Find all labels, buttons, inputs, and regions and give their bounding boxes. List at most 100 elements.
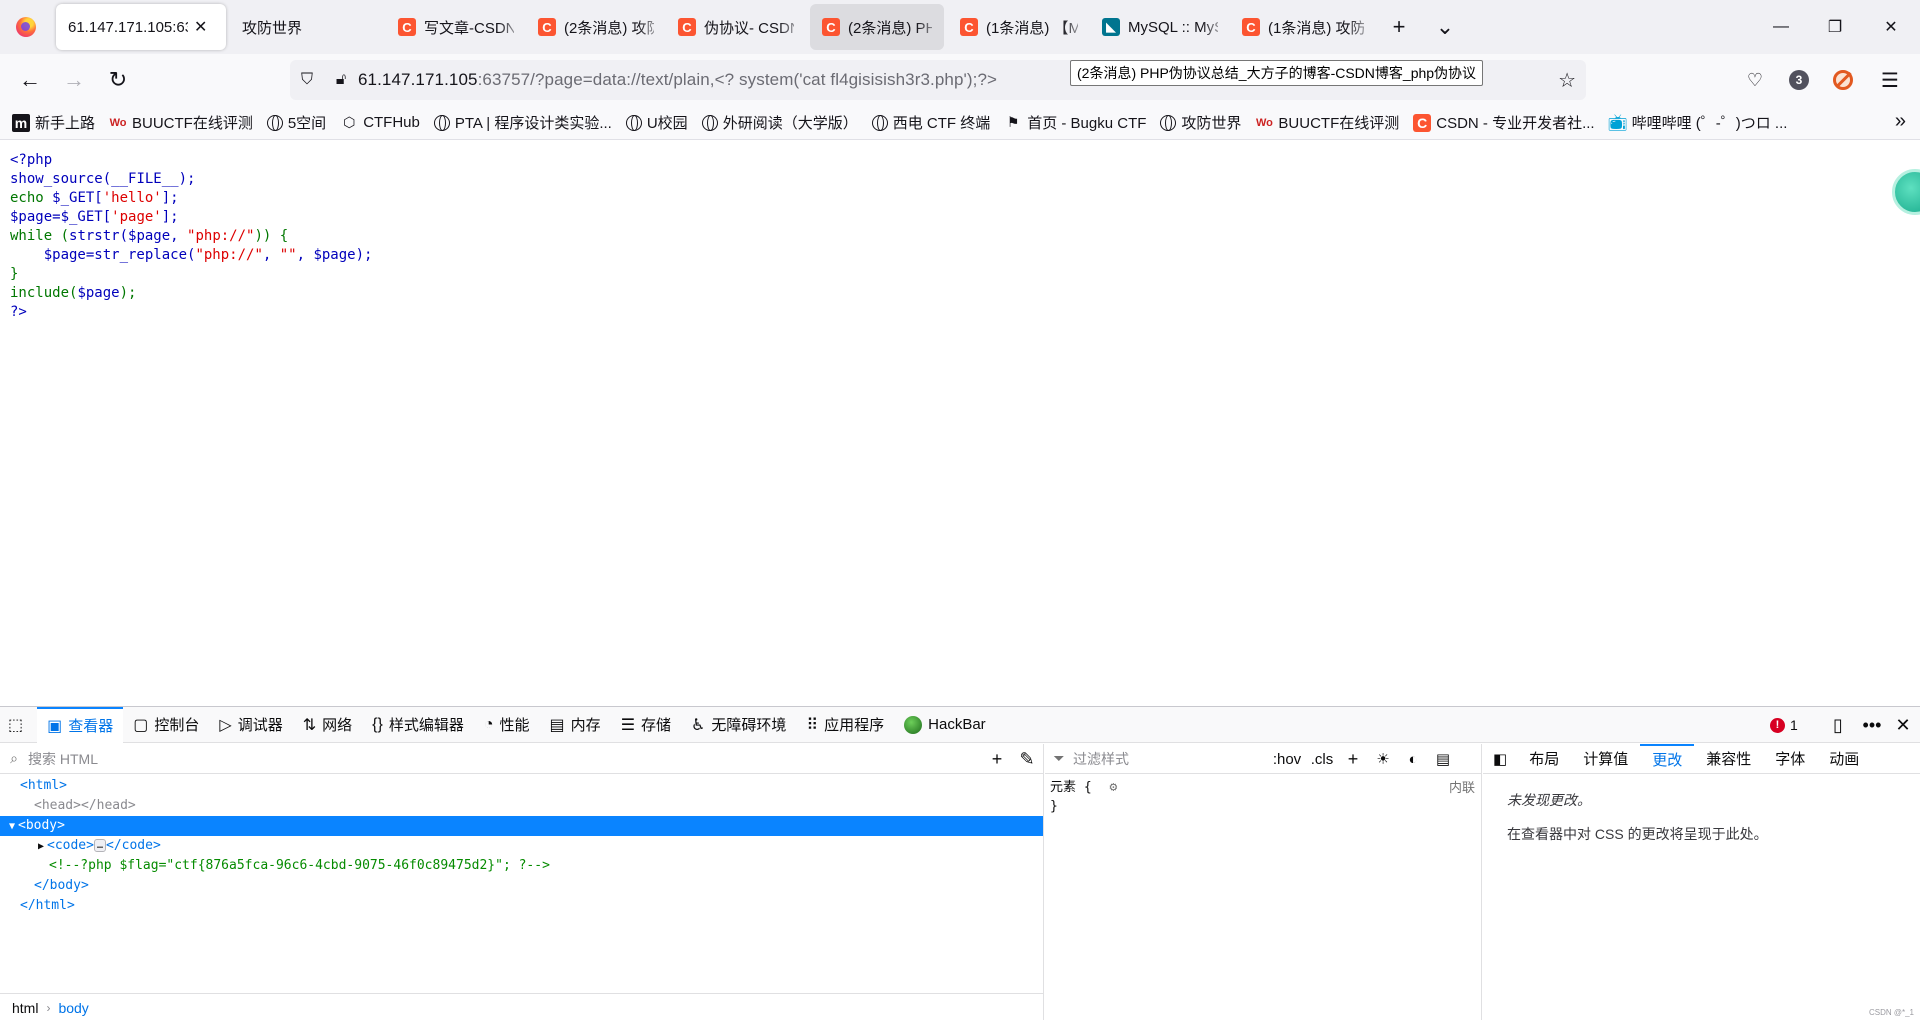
expanded-twisty-icon[interactable]: ▼ bbox=[6, 817, 18, 837]
close-tab-icon[interactable]: ✕ bbox=[194, 17, 207, 37]
devtools-menu-button[interactable]: ••• bbox=[1856, 707, 1888, 743]
code-token: } bbox=[10, 266, 19, 282]
tab-storage[interactable]: ☰ 存储 bbox=[611, 707, 681, 743]
tab[interactable]: C (1条消息) 攻防世界 bbox=[1230, 4, 1376, 50]
error-count-button[interactable]: ! 1 bbox=[1770, 707, 1798, 743]
tab-style-editor[interactable]: {} 样式编辑器 bbox=[362, 707, 474, 743]
tab-fonts[interactable]: 字体 bbox=[1763, 744, 1817, 774]
new-tab-button[interactable]: + bbox=[1376, 4, 1422, 50]
close-window-button[interactable]: ✕ bbox=[1856, 0, 1920, 54]
reload-button[interactable]: ↻ bbox=[96, 60, 140, 100]
tab[interactable]: 攻防世界 bbox=[230, 4, 386, 50]
add-rule-button[interactable]: + bbox=[1339, 746, 1367, 772]
breadcrumb-item-current[interactable]: body bbox=[58, 1000, 88, 1016]
gear-icon[interactable]: ⚙ bbox=[1109, 780, 1117, 795]
more-bookmarks-chevron-icon[interactable]: » bbox=[1895, 110, 1906, 133]
firefox-menu-icon[interactable] bbox=[0, 0, 52, 54]
tree-node-html-close[interactable]: </html> bbox=[0, 896, 1043, 916]
tab[interactable]: C 写文章-CSDN创作 bbox=[386, 4, 526, 50]
code-line: ?> bbox=[10, 304, 27, 320]
close-devtools-button[interactable]: ✕ bbox=[1888, 707, 1918, 743]
tab-hackbar[interactable]: HackBar bbox=[894, 707, 996, 743]
element-rule[interactable]: 元素 { ⚙ 内联 bbox=[1045, 778, 1481, 797]
dark-theme-toggle-icon[interactable]: ◐ bbox=[1399, 746, 1427, 772]
bookmark-item[interactable]: 📺︎ 哔哩哔哩 (゜-゜)つロ ... bbox=[1607, 112, 1788, 133]
collapsed-twisty-icon[interactable]: ▶ bbox=[35, 837, 47, 857]
tab[interactable]: C (1条消息) 【MySQ bbox=[948, 4, 1090, 50]
url-path: :63757/?page=data://text/plain,<? system… bbox=[477, 70, 998, 89]
tree-node-body-close[interactable]: </body> bbox=[0, 876, 1043, 896]
add-node-button[interactable]: + bbox=[983, 746, 1011, 772]
light-theme-toggle-icon[interactable]: ☀ bbox=[1369, 746, 1397, 772]
csdn-favicon-icon: C bbox=[1242, 18, 1260, 36]
blocker-extension-button[interactable] bbox=[1821, 54, 1865, 106]
bookmark-item[interactable]: Wo BUUCTF在线评测 bbox=[1255, 112, 1399, 133]
tab-inspector[interactable]: ▣ 查看器 bbox=[37, 706, 124, 743]
tab-application[interactable]: ⠿ 应用程序 bbox=[796, 707, 894, 743]
bookmark-item[interactable]: Wo BUUCTF在线评测 bbox=[109, 112, 253, 133]
tree-node-head[interactable]: <head></head> bbox=[0, 796, 1043, 816]
tree-node-code[interactable]: ▶ <code>… </code> bbox=[0, 836, 1043, 856]
dock-side-button[interactable]: ▯ bbox=[1820, 707, 1856, 743]
bookmark-label: 哔哩哔哩 (゜-゜)つロ ... bbox=[1631, 115, 1788, 132]
tab-debugger[interactable]: ▷ 调试器 bbox=[209, 707, 292, 743]
globe-icon bbox=[701, 114, 718, 131]
bookmark-item[interactable]: C CSDN - 专业开发者社... bbox=[1413, 112, 1595, 133]
tab[interactable]: C 伪协议- CSDN搜索 bbox=[666, 4, 806, 50]
search-html-input[interactable]: 搜索 HTML bbox=[28, 749, 98, 769]
tree-node-body-selected[interactable]: ▼ <body> bbox=[0, 816, 1043, 836]
forward-button[interactable]: → bbox=[52, 60, 96, 100]
markup-pane: ⌕ 搜索 HTML + ✎ <html> <head></head> ▼ <bod… bbox=[0, 744, 1044, 1020]
bookmark-item[interactable]: U校园 bbox=[625, 112, 688, 133]
tab-accessibility[interactable]: ♿︎ 无障碍环境 bbox=[681, 707, 796, 743]
bookmark-item[interactable]: m 新手上路 bbox=[12, 112, 95, 133]
back-button[interactable]: ← bbox=[8, 60, 52, 100]
bookmark-item[interactable]: 外研阅读（大学版） bbox=[701, 112, 858, 133]
tree-node-comment[interactable]: <!--?php $flag="ctf{876a5fca-96c6-4cbd-9… bbox=[0, 856, 1043, 876]
hover-pseudo-toggle[interactable]: :hov bbox=[1269, 746, 1305, 772]
eyedropper-icon[interactable]: ✎ bbox=[1013, 746, 1041, 772]
tab-label: 内存 bbox=[570, 717, 601, 734]
tab-title: 攻防世界 bbox=[242, 19, 303, 37]
tab-label: 网络 bbox=[322, 717, 353, 734]
tree-node-html[interactable]: <html> bbox=[0, 776, 1043, 796]
tab-animations[interactable]: 动画 bbox=[1817, 744, 1871, 774]
element-picker-button[interactable]: ⬚ bbox=[0, 707, 37, 743]
class-toggle[interactable]: .cls bbox=[1307, 746, 1337, 772]
tab-changes[interactable]: 更改 bbox=[1640, 743, 1695, 774]
bookmark-item[interactable]: PTA | 程序设计类实验... bbox=[433, 112, 612, 133]
bookmark-star-icon[interactable]: ☆ bbox=[1558, 68, 1576, 93]
collapsed-content-ellipsis[interactable]: … bbox=[93, 839, 106, 852]
tab-layout[interactable]: 布局 bbox=[1517, 744, 1571, 774]
mysql-favicon-icon: ◣ bbox=[1102, 18, 1120, 36]
bookmark-item[interactable]: 西电 CTF 终端 bbox=[871, 112, 990, 133]
pocket-button[interactable]: ♡ bbox=[1733, 54, 1777, 106]
tab-network[interactable]: ⇅ 网络 bbox=[293, 707, 362, 743]
tab-hovered[interactable]: C (2条消息) PHP伪协 bbox=[810, 4, 944, 50]
tab-performance[interactable]: ◔ 性能 bbox=[474, 707, 540, 743]
extension-badge-button[interactable]: 3 bbox=[1777, 54, 1821, 106]
insecure-lock-icon[interactable]: 🔓︎ bbox=[324, 60, 358, 100]
filter-styles-input[interactable]: 过滤样式 bbox=[1073, 749, 1129, 769]
tracking-protection-shield-icon[interactable]: ⛉ bbox=[290, 60, 324, 100]
tab-active[interactable]: 61.147.171.105:6375 ✕ bbox=[56, 4, 226, 50]
tab-compatibility[interactable]: 兼容性 bbox=[1694, 744, 1763, 774]
breadcrumb-item[interactable]: html bbox=[12, 1000, 38, 1016]
tab[interactable]: C (2条消息) 攻防世界 bbox=[526, 4, 666, 50]
print-media-toggle-icon[interactable]: ▤ bbox=[1429, 746, 1457, 772]
bookmark-item[interactable]: 5空间 bbox=[266, 112, 327, 133]
tab-memory[interactable]: ▤ 内存 bbox=[540, 707, 611, 743]
bookmark-item[interactable]: 攻防世界 bbox=[1160, 112, 1241, 133]
tab[interactable]: ◣ MySQL :: MySQL bbox=[1090, 4, 1230, 50]
toggle-sidebar-icon[interactable]: ◧ bbox=[1483, 744, 1517, 774]
tab-console[interactable]: ▢ 控制台 bbox=[123, 707, 209, 743]
bookmark-item[interactable]: ⬡ CTFHub bbox=[340, 114, 420, 132]
close-icon: ✕ bbox=[1895, 714, 1911, 735]
list-all-tabs-button[interactable]: ⌄ bbox=[1422, 4, 1468, 50]
floating-assistant-icon[interactable] bbox=[1892, 169, 1920, 215]
tab-computed[interactable]: 计算值 bbox=[1571, 744, 1640, 774]
app-menu-button[interactable]: ☰ bbox=[1868, 54, 1912, 106]
url-text[interactable]: 61.147.171.105:63757/?page=data://text/p… bbox=[358, 70, 997, 90]
bookmark-item[interactable]: ⚑ 首页 - Bugku CTF bbox=[1004, 112, 1146, 133]
bookmark-label: 5空间 bbox=[287, 115, 327, 132]
